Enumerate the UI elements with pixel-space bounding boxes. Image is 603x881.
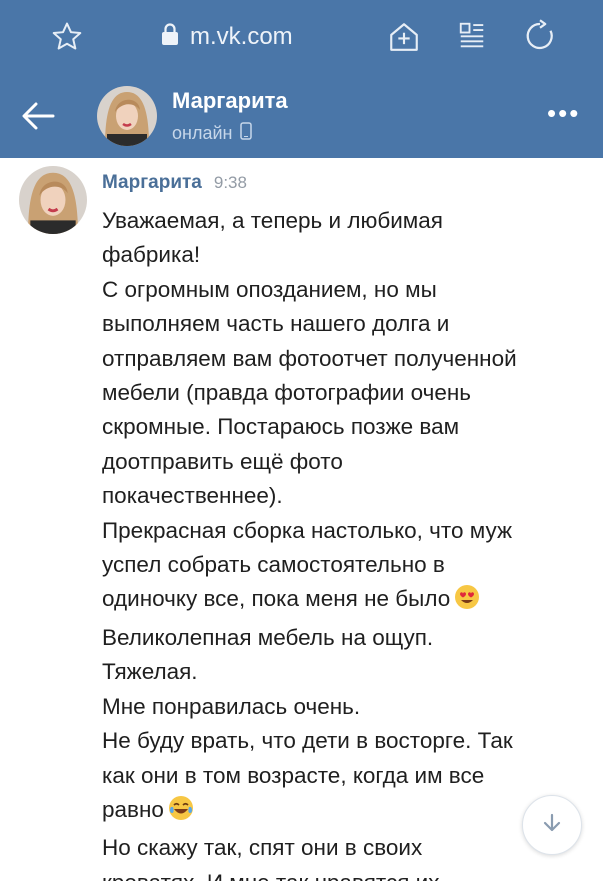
message-meta: Маргарита 9:38 <box>102 172 247 194</box>
message-line-text: равно <box>102 796 164 822</box>
lock-icon <box>160 22 180 53</box>
star-icon[interactable] <box>50 20 84 59</box>
avatar[interactable] <box>97 86 157 146</box>
message-line: выполняем часть нашего долга и <box>102 311 450 337</box>
message-text: Уважаемая, а теперь и любимая фабрика! С… <box>102 204 592 881</box>
message-line-with-emoji: одиночку все, пока меня не было <box>102 582 592 620</box>
message-line: успел собрать самостоятельно в <box>102 552 445 578</box>
message-line: Великолепная мебель на ощуп. <box>102 624 434 650</box>
status-text: онлайн <box>172 123 233 143</box>
message-line: Не буду врать, что дети в восторге. Так <box>102 728 513 754</box>
message-time: 9:38 <box>213 173 247 192</box>
message-line: Тяжелая. <box>102 659 198 685</box>
message-line: С огромным опозданием, но мы <box>102 276 437 302</box>
message-line: доотправить ещё фото <box>102 448 343 474</box>
message-line: Но скажу так, спят они в своих <box>102 835 423 861</box>
message-line: мебели (правда фотографии очень <box>102 380 472 406</box>
message-line: Прекрасная сборка настолько, что муж <box>102 517 512 543</box>
contact-name: Маргарита <box>172 88 288 113</box>
sender-avatar[interactable] <box>19 166 87 234</box>
url-text: m.vk.com <box>190 23 293 50</box>
message-line-text: одиночку все, пока меня не было <box>102 586 451 612</box>
mobile-phone-icon <box>240 122 253 145</box>
message-line-with-emoji: равно <box>102 793 592 831</box>
address-bar[interactable]: m.vk.com <box>160 22 293 52</box>
reload-icon[interactable] <box>522 18 558 59</box>
add-to-home-icon[interactable] <box>387 20 421 59</box>
message-line: фабрика! <box>102 242 201 268</box>
message-line: как они в том возрасте, когда им все <box>102 762 485 788</box>
tears-of-joy-emoji <box>168 795 194 831</box>
message-line: скромные. Постараюсь позже вам <box>102 414 460 440</box>
reader-mode-icon[interactable] <box>457 20 487 55</box>
message-line: отправляем вам фотоотчет полученной <box>102 345 517 371</box>
browser-toolbar: m.vk.com <box>0 0 603 72</box>
sender-name[interactable]: Маргарита <box>102 172 202 194</box>
online-status: онлайн <box>172 122 253 145</box>
heart-eyes-emoji <box>454 584 480 620</box>
message-line: Уважаемая, а теперь и любимая <box>102 208 443 233</box>
message-line: кроватях. И мне так нравятся их <box>102 866 592 881</box>
scroll-down-button[interactable] <box>522 795 582 855</box>
back-arrow-icon[interactable] <box>20 100 56 137</box>
message-line: покачественнее). <box>102 483 283 509</box>
chat-header: Маргарита онлайн ••• <box>0 72 603 158</box>
arrow-down-icon <box>541 812 563 839</box>
more-icon[interactable]: ••• <box>547 100 580 126</box>
message-line: Мне понравилась очень. <box>102 693 361 719</box>
